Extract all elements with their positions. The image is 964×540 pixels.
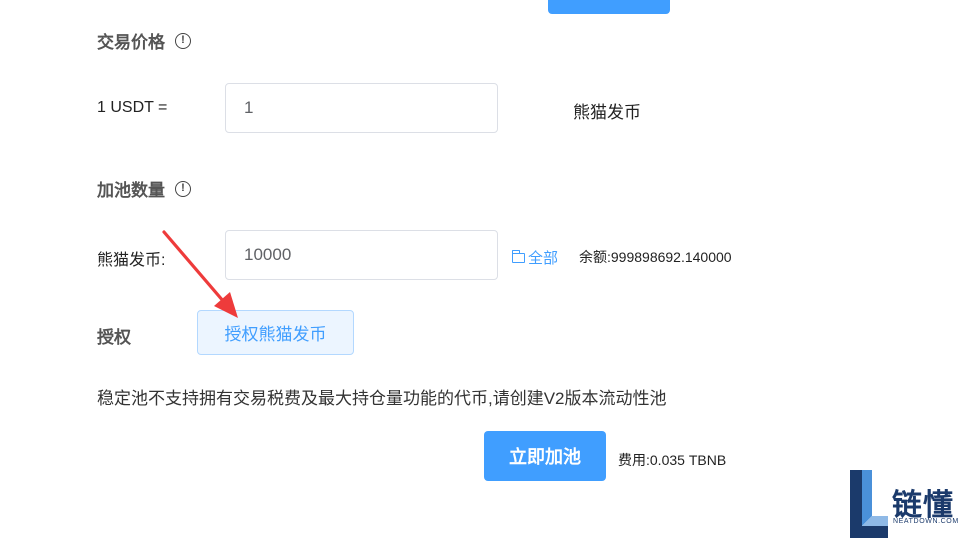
red-arrow-icon [162, 230, 238, 318]
price-input[interactable] [225, 83, 498, 133]
price-row-label: 1 USDT = [97, 99, 168, 116]
amount-section-title-text: 加池数量 [97, 181, 165, 200]
amount-input[interactable] [225, 230, 498, 280]
stable-pool-notice: 稳定池不支持拥有交易税费及最大持仓量功能的代币,请创建V2版本流动性池 [97, 389, 667, 408]
add-liquidity-button[interactable]: 立即加池 [484, 431, 606, 481]
folder-icon [512, 249, 525, 263]
price-section-title: 交易价格 ! [97, 28, 191, 53]
select-all-link[interactable]: 全部 [512, 247, 558, 268]
price-info-icon[interactable]: ! [175, 32, 191, 49]
top-partial-button[interactable] [548, 0, 670, 14]
watermark-subtitle: NEATDOWN.COM [893, 518, 959, 525]
amount-section-title: 加池数量 ! [97, 176, 191, 201]
fee-text: 费用:0.035 TBNB [618, 452, 727, 468]
amount-info-icon[interactable]: ! [175, 180, 191, 197]
price-unit-label: 熊猫发币 [573, 103, 641, 122]
approve-section-label: 授权 [97, 323, 131, 348]
select-all-label: 全部 [528, 250, 559, 267]
watermark-logo-icon [850, 470, 888, 538]
balance-text: 余额:999898692.140000 [579, 249, 732, 265]
price-section-title-text: 交易价格 [97, 33, 165, 52]
approve-section-label-text: 授权 [97, 328, 131, 347]
